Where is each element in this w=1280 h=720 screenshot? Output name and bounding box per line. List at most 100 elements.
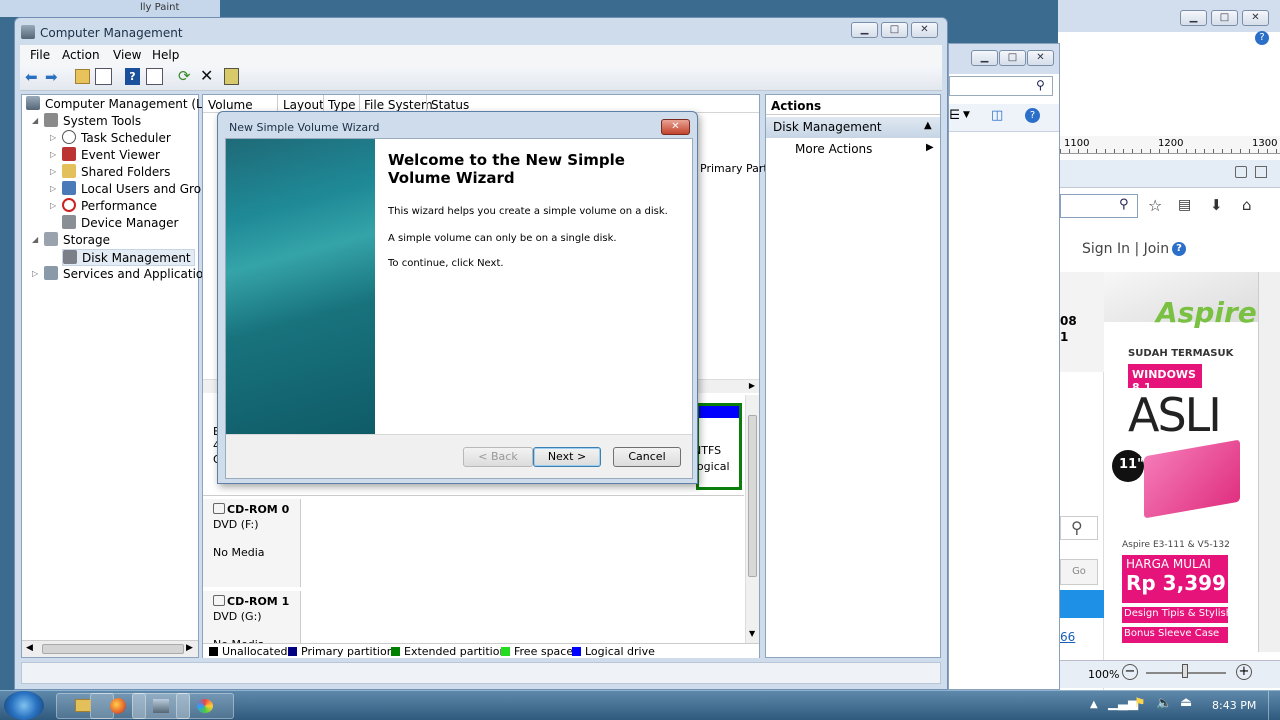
bg2-search-box[interactable]: ⚲ bbox=[949, 76, 1053, 96]
tree-task-scheduler[interactable]: Task Scheduler bbox=[62, 130, 171, 147]
volume-icon[interactable]: 🔈 bbox=[1156, 696, 1172, 711]
tree-horizontal-scrollbar[interactable]: ◀ ▶ bbox=[22, 640, 198, 657]
zoom-out-icon[interactable]: − bbox=[1122, 664, 1138, 680]
close-button[interactable]: ✕ bbox=[911, 22, 938, 38]
bg-close-button[interactable]: ✕ bbox=[1242, 10, 1269, 26]
col-file-system[interactable]: File System bbox=[364, 98, 433, 112]
tree-disk-management[interactable]: Disk Management bbox=[62, 249, 195, 266]
back-arrow-icon[interactable]: ⬅ bbox=[25, 68, 38, 86]
download-icon[interactable]: ⬇ bbox=[1210, 196, 1223, 214]
minimize-button[interactable]: ▁ bbox=[851, 22, 878, 38]
expand-arrow-icon[interactable]: ▷ bbox=[50, 167, 56, 176]
help-icon[interactable]: ? bbox=[1255, 31, 1269, 45]
collapse-arrow-icon[interactable]: ◢ bbox=[32, 116, 38, 125]
tree-device-manager[interactable]: Device Manager bbox=[62, 215, 178, 232]
tree-scroll-thumb[interactable] bbox=[42, 644, 184, 654]
extended-partition[interactable]: NTFS Logical bbox=[691, 403, 742, 490]
show-hide-tree-icon[interactable] bbox=[95, 68, 112, 85]
wizard-close-button[interactable]: ✕ bbox=[661, 119, 690, 135]
cdrom1-label-panel[interactable]: CD-ROM 1 DVD (G:) No Media bbox=[203, 591, 300, 651]
ad-line3: ASLI bbox=[1128, 388, 1222, 442]
bg2-minimize-button[interactable]: ▁ bbox=[971, 50, 998, 66]
bg2-close-button[interactable]: ✕ bbox=[1027, 50, 1054, 66]
wizard-cancel-button[interactable]: Cancel bbox=[613, 447, 681, 467]
bg-minimize-button[interactable]: ▁ bbox=[1180, 10, 1207, 26]
legend-unallocated: Unallocated bbox=[222, 645, 288, 658]
help-book-icon[interactable]: ? bbox=[125, 68, 140, 85]
tray-chevron-icon[interactable]: ▲ bbox=[1090, 699, 1098, 710]
maximize-button[interactable]: □ bbox=[881, 22, 908, 38]
up-folder-icon[interactable] bbox=[75, 69, 90, 84]
scroll-down-icon[interactable]: ▼ bbox=[749, 629, 755, 638]
forward-arrow-icon[interactable]: ➡ bbox=[45, 68, 58, 86]
tree-services[interactable]: Services and Applications bbox=[44, 266, 217, 283]
go-button[interactable]: Go bbox=[1060, 559, 1098, 585]
refresh-icon[interactable]: ⟳ bbox=[178, 67, 191, 85]
tree-system-tools[interactable]: System Tools bbox=[44, 113, 141, 130]
menu-file[interactable]: File bbox=[30, 48, 50, 62]
bg2-help-icon[interactable]: ? bbox=[1025, 108, 1040, 123]
question-icon[interactable]: ? bbox=[1172, 242, 1186, 256]
menu-view[interactable]: View bbox=[113, 48, 141, 62]
scroll-right-icon[interactable]: ▶ bbox=[186, 643, 193, 653]
menu-help[interactable]: Help bbox=[152, 48, 179, 62]
wizard-next-button[interactable]: Next > bbox=[533, 447, 601, 467]
bg2-toolbar: ⋿ ▼ ◫ ? bbox=[949, 104, 1059, 132]
bg2-dropdown-icon[interactable]: ▼ bbox=[963, 110, 970, 120]
cdrom0-label-panel[interactable]: CD-ROM 0 DVD (F:) No Media bbox=[203, 499, 300, 587]
bg2-view-icon[interactable]: ⋿ bbox=[949, 108, 960, 123]
expand-arrow-icon[interactable]: ▷ bbox=[50, 133, 56, 142]
more-actions-item[interactable]: More Actions ▶ bbox=[766, 140, 940, 160]
col-layout[interactable]: Layout bbox=[283, 98, 324, 112]
expand-arrow-icon[interactable]: ▷ bbox=[50, 201, 56, 210]
disk-vscrollbar[interactable]: ▼ bbox=[745, 395, 759, 643]
col-status[interactable]: Status bbox=[431, 98, 469, 112]
start-button[interactable] bbox=[4, 691, 44, 720]
ruler-ticks bbox=[1060, 149, 1280, 153]
delete-icon[interactable]: ✕ bbox=[200, 66, 213, 85]
clock-icon bbox=[62, 130, 76, 144]
menu-action[interactable]: Action bbox=[62, 48, 100, 62]
sign-in-link[interactable]: Sign In | Join bbox=[1082, 241, 1169, 257]
star-icon[interactable]: ☆ bbox=[1148, 196, 1162, 215]
export-icon[interactable] bbox=[224, 68, 239, 85]
zoom-slider-thumb[interactable] bbox=[1182, 664, 1188, 678]
zoom-in-icon[interactable]: + bbox=[1236, 664, 1252, 680]
wizard-back-button[interactable]: < Back bbox=[463, 447, 533, 467]
col-volume[interactable]: Volume bbox=[208, 98, 253, 112]
tree-local-users[interactable]: Local Users and Groups bbox=[62, 181, 223, 198]
safely-remove-icon[interactable]: ⏏ bbox=[1180, 695, 1192, 710]
tree-event-viewer[interactable]: Event Viewer bbox=[62, 147, 160, 164]
taskbar-paint[interactable] bbox=[176, 693, 234, 719]
bg-link-fragment[interactable]: 66 bbox=[1060, 630, 1075, 644]
bg-tab-icon-2[interactable] bbox=[1255, 166, 1267, 178]
tree-shared-folders[interactable]: Shared Folders bbox=[62, 164, 170, 181]
bg-tab-icon[interactable] bbox=[1235, 166, 1247, 178]
actions-section-disk-management[interactable]: Disk Management ▲ bbox=[766, 117, 940, 138]
bg-page-scrollbar[interactable] bbox=[1258, 272, 1280, 652]
disk-scroll-thumb[interactable] bbox=[748, 415, 757, 577]
action-center-icon[interactable]: ⚑ bbox=[1134, 696, 1146, 711]
home-icon[interactable]: ⌂ bbox=[1242, 196, 1252, 214]
scroll-left-icon[interactable]: ◀ bbox=[26, 643, 33, 653]
scroll-right-icon[interactable]: ▶ bbox=[749, 381, 755, 390]
reading-list-icon[interactable]: ▤ bbox=[1178, 197, 1191, 213]
tree-root[interactable]: Computer Management (Local bbox=[26, 96, 227, 113]
expand-arrow-icon[interactable]: ▷ bbox=[32, 269, 38, 278]
col-type[interactable]: Type bbox=[328, 98, 356, 112]
clock[interactable]: 8:43 PM bbox=[1212, 699, 1256, 712]
expand-arrow-icon[interactable]: ▷ bbox=[50, 184, 56, 193]
expand-arrow-icon[interactable]: ▷ bbox=[50, 150, 56, 159]
bg2-maximize-button[interactable]: □ bbox=[999, 50, 1026, 66]
bg-maximize-button[interactable]: □ bbox=[1211, 10, 1238, 26]
tree-performance[interactable]: Performance bbox=[62, 198, 157, 215]
bg-search-box-2[interactable]: ⚲ bbox=[1060, 516, 1098, 540]
bg-search-box[interactable]: ⚲ bbox=[1060, 194, 1138, 218]
acer-advertisement[interactable]: Aspire SUDAH TERMASUK WINDOWS 8.1 ASLI 1… bbox=[1104, 272, 1258, 652]
collapse-up-icon[interactable]: ▲ bbox=[924, 120, 932, 131]
bg2-pane-icon[interactable]: ◫ bbox=[991, 108, 1003, 123]
show-desktop-button[interactable] bbox=[1268, 691, 1280, 720]
properties-icon[interactable] bbox=[146, 68, 163, 85]
tree-storage[interactable]: Storage bbox=[44, 232, 110, 249]
collapse-arrow-icon[interactable]: ◢ bbox=[32, 235, 38, 244]
